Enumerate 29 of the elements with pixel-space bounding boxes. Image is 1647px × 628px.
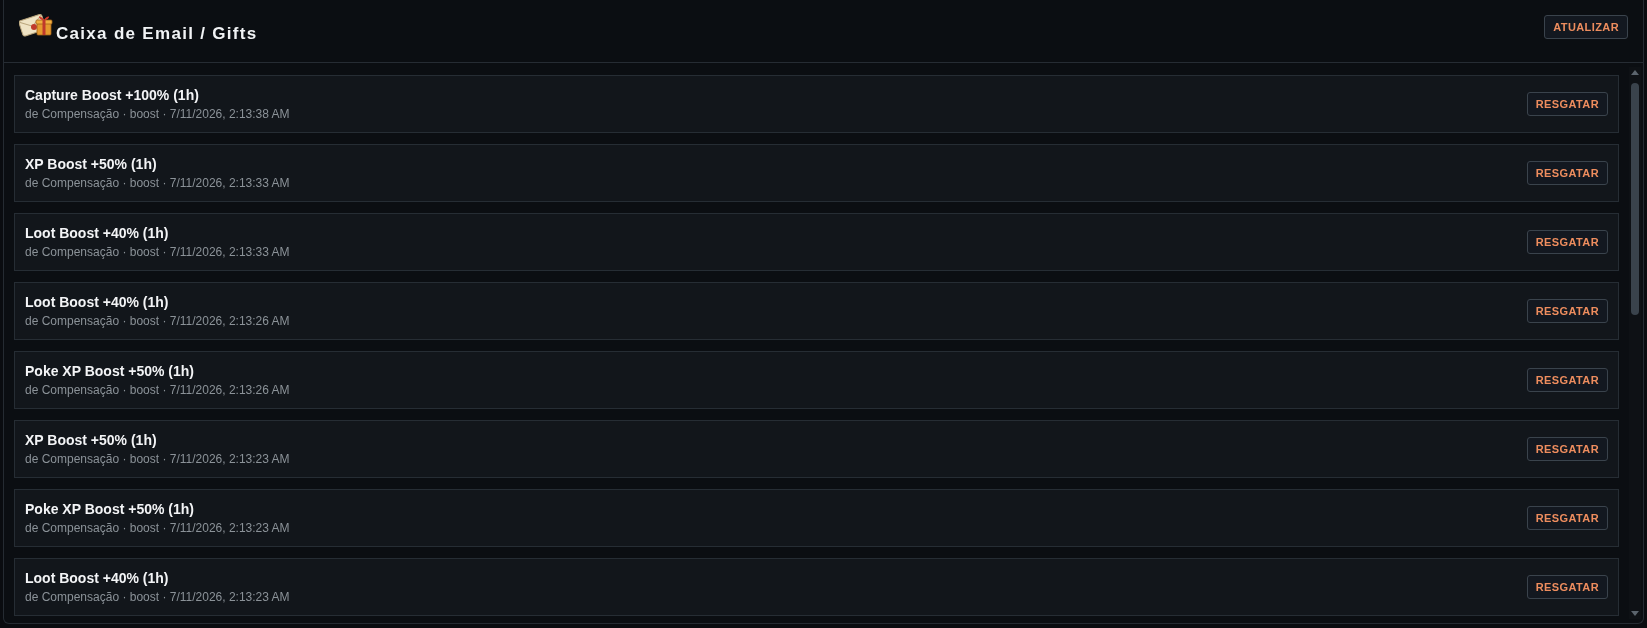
claim-button[interactable]: RESGATAR xyxy=(1526,230,1608,254)
gift-title: Loot Boost +40% (1h) xyxy=(25,224,169,242)
claim-button[interactable]: RESGATAR xyxy=(1526,506,1608,530)
claim-button[interactable]: RESGATAR xyxy=(1526,161,1608,185)
gift-details: de Compensação · boost · 7/11/2026, 2:13:23 AM xyxy=(25,451,290,467)
gift-title: Capture Boost +100% (1h) xyxy=(25,86,199,104)
gift-title: XP Boost +50% (1h) xyxy=(25,155,157,173)
gift-title: Loot Boost +40% (1h) xyxy=(25,293,169,311)
gift-details: de Compensação · boost · 7/11/2026, 2:13:23 AM xyxy=(25,589,290,605)
gift-details: de Compensação · boost · 7/11/2026, 2:13:26 AM xyxy=(25,313,290,329)
claim-button[interactable]: RESGATAR xyxy=(1526,299,1608,323)
scroll-down-arrow-icon[interactable] xyxy=(1631,611,1639,616)
claim-button[interactable]: RESGATAR xyxy=(1526,437,1608,461)
claim-button[interactable]: RESGATAR xyxy=(1526,575,1608,599)
refresh-button[interactable]: ATUALIZAR xyxy=(1544,15,1628,39)
gift-title: XP Boost +50% (1h) xyxy=(25,431,157,449)
gift-details: de Compensação · boost · 7/11/2026, 2:13:33 AM xyxy=(25,175,290,191)
scrollbar-thumb[interactable] xyxy=(1631,83,1639,315)
gift-details: de Compensação · boost · 7/11/2026, 2:13:33 AM xyxy=(25,244,290,260)
scroll-up-arrow-icon[interactable] xyxy=(1631,70,1639,75)
claim-button[interactable]: RESGATAR xyxy=(1526,368,1608,392)
gift-details: de Compensação · boost · 7/11/2026, 2:13:38 AM xyxy=(25,106,290,122)
gift-details: de Compensação · boost · 7/11/2026, 2:13:26 AM xyxy=(25,382,290,398)
gift-details: de Compensação · boost · 7/11/2026, 2:13:23 AM xyxy=(25,520,290,536)
gift-title: Loot Boost +40% (1h) xyxy=(25,569,169,587)
window-title: Caixa de Email / Gifts xyxy=(56,24,258,44)
claim-button[interactable]: RESGATAR xyxy=(1526,92,1608,116)
gift-title: Poke XP Boost +50% (1h) xyxy=(25,500,194,518)
gift-title: Poke XP Boost +50% (1h) xyxy=(25,362,194,380)
